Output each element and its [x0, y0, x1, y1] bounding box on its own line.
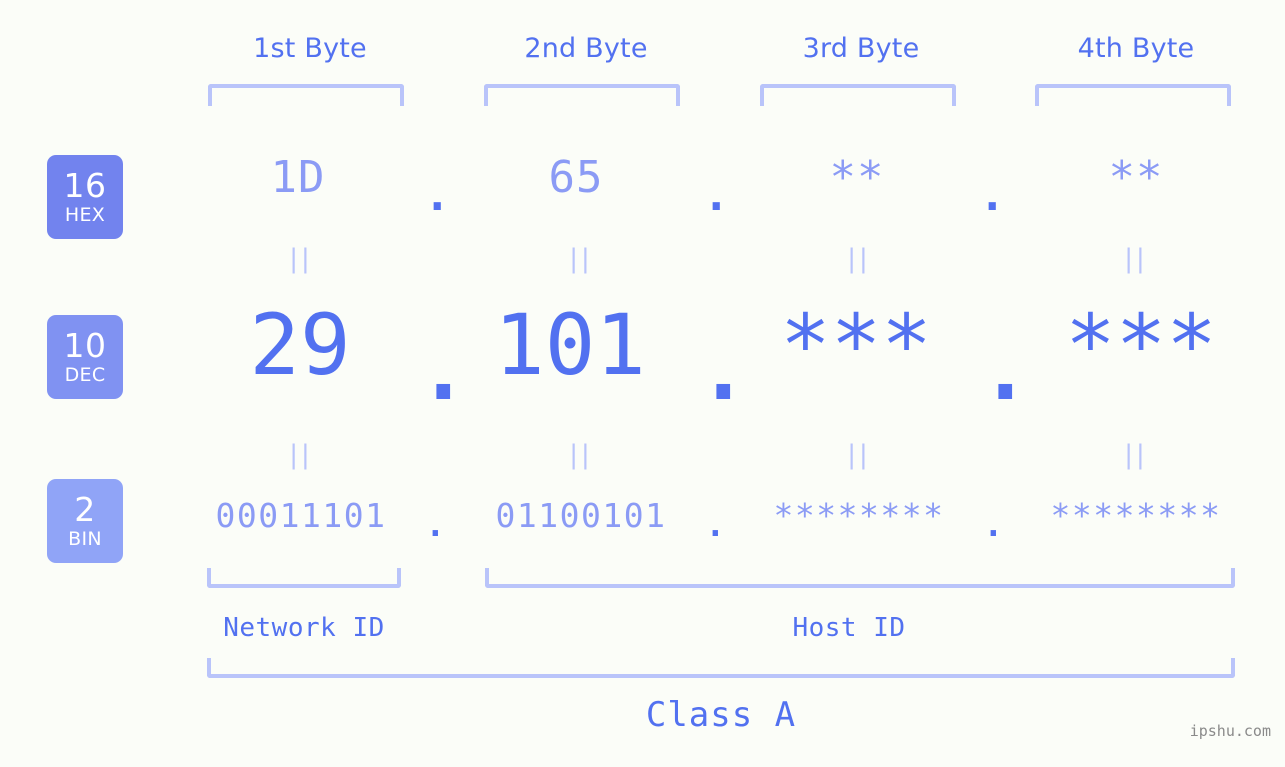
equality-mark-dec-bin-2: ||	[569, 440, 593, 470]
radix-badge-dec-number: 10	[63, 326, 107, 365]
bin-byte-3: ********	[773, 496, 945, 535]
hex-byte-1: 1D	[270, 152, 326, 203]
byte-header-2: 2nd Byte	[524, 33, 648, 64]
byte-bracket-3	[760, 84, 956, 106]
watermark: ipshu.com	[1189, 722, 1271, 740]
dec-byte-2: 101	[494, 296, 646, 394]
radix-badge-bin-number: 2	[74, 490, 96, 529]
byte-bracket-4	[1035, 84, 1231, 106]
host-id-label: Host ID	[792, 613, 906, 643]
radix-badge-bin-name: BIN	[68, 528, 102, 550]
hex-separator-1: .	[424, 170, 452, 221]
hex-byte-2: 65	[548, 152, 604, 203]
hex-byte-3: **	[829, 152, 885, 203]
byte-header-4: 4th Byte	[1077, 33, 1195, 64]
dec-byte-3: ***	[780, 296, 932, 394]
radix-badge-hex: 16 HEX	[47, 155, 123, 239]
bin-byte-4: ********	[1050, 496, 1222, 535]
bin-byte-1: 00011101	[215, 496, 387, 535]
radix-badge-hex-number: 16	[63, 166, 107, 205]
equality-mark-hex-dec-3: ||	[847, 244, 871, 274]
equality-mark-dec-bin-3: ||	[847, 440, 871, 470]
dec-separator-3: .	[980, 321, 1031, 419]
radix-badge-dec-name: DEC	[64, 364, 106, 386]
radix-badge-bin: 2 BIN	[47, 479, 123, 563]
equality-mark-dec-bin-1: ||	[289, 440, 313, 470]
equality-mark-hex-dec-4: ||	[1124, 244, 1148, 274]
byte-header-3: 3rd Byte	[802, 33, 920, 64]
radix-badge-hex-name: HEX	[64, 204, 106, 226]
bin-separator-2: .	[705, 505, 727, 544]
equality-mark-dec-bin-4: ||	[1124, 440, 1148, 470]
hex-byte-4: **	[1108, 152, 1164, 203]
class-bracket	[207, 658, 1235, 678]
equality-mark-hex-dec-2: ||	[569, 244, 593, 274]
dec-byte-4: ***	[1065, 296, 1217, 394]
byte-header-1: 1st Byte	[253, 33, 367, 64]
ip-byte-breakdown-diagram: 1st Byte 2nd Byte 3rd Byte 4th Byte 16 H…	[0, 0, 1285, 767]
bin-byte-2: 01100101	[495, 496, 667, 535]
network-id-bracket	[207, 568, 401, 588]
host-id-bracket	[485, 568, 1235, 588]
hex-separator-2: .	[703, 170, 731, 221]
bin-separator-1: .	[425, 505, 447, 544]
dec-byte-1: 29	[249, 296, 351, 394]
dec-separator-2: .	[698, 321, 749, 419]
network-id-label: Network ID	[223, 613, 385, 643]
radix-badge-dec: 10 DEC	[47, 315, 123, 399]
class-label: Class A	[645, 695, 797, 735]
equality-mark-hex-dec-1: ||	[289, 244, 313, 274]
hex-separator-3: .	[979, 170, 1007, 221]
byte-bracket-1	[208, 84, 404, 106]
byte-bracket-2	[484, 84, 680, 106]
dec-separator-1: .	[418, 321, 469, 419]
bin-separator-3: .	[983, 505, 1005, 544]
